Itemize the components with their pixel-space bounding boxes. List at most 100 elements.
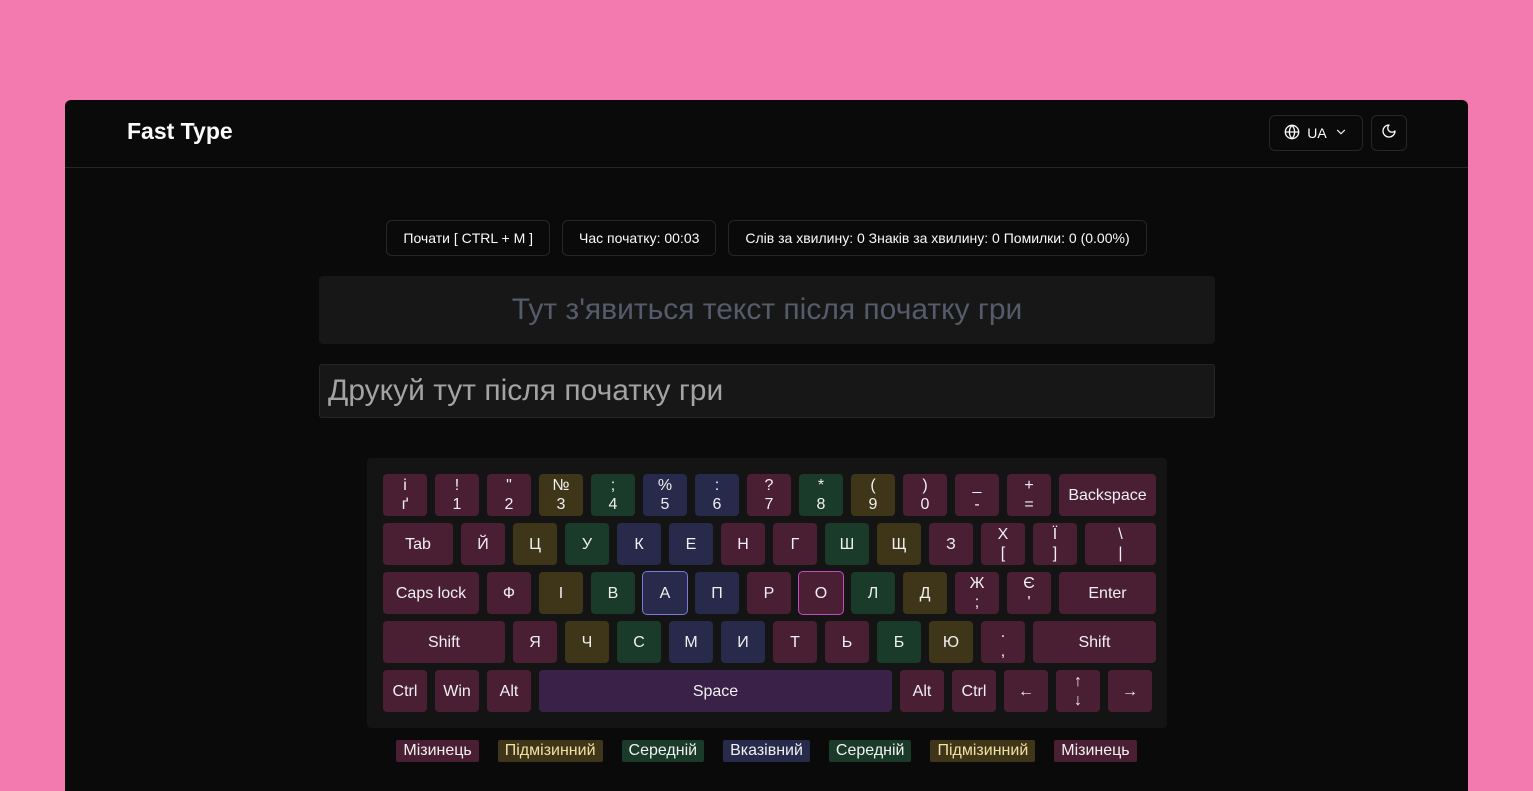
key-label: Т [790,633,800,651]
globe-icon [1284,124,1300,143]
key-dual[interactable]: № 3 [539,474,583,516]
key-dual[interactable]: Х[ [981,523,1025,565]
key-dual[interactable]: + = [1007,474,1051,516]
key-char[interactable]: Ц [513,523,557,565]
key-char[interactable]: Щ [877,523,921,565]
key-label: Г [790,535,800,553]
key-shift-label: ( [870,477,876,494]
legend-chip: Вказівний [723,740,810,762]
key-label: О [814,584,828,602]
key-base-label: ↓ [1074,692,1082,709]
key-dual[interactable]: ., [981,621,1025,663]
key-dual[interactable]: \ | [1085,523,1156,565]
key-base-label: | [1118,545,1123,562]
key-backspace[interactable]: Backspace [1059,474,1156,516]
key-label: Ь [841,633,853,651]
key-dual[interactable]: _ - [955,474,999,516]
key-label: Shift [1078,633,1111,651]
key-char[interactable]: З [929,523,973,565]
key-char[interactable]: Ю [929,621,973,663]
key-char[interactable]: М [669,621,713,663]
key-char[interactable]: Ч [565,621,609,663]
key-char[interactable]: К [617,523,661,565]
key-dual[interactable]: іґ [383,474,427,516]
key-ctrl[interactable]: Ctrl [383,670,427,712]
key-char[interactable]: И [721,621,765,663]
key-label: Caps lock [395,584,467,602]
key-char[interactable]: П [695,572,739,614]
key-dual[interactable]: ? 7 [747,474,791,516]
key-dual[interactable]: ↑ ↓ [1056,670,1100,712]
key-label: А [659,584,671,602]
key-win[interactable]: Win [435,670,479,712]
key-char[interactable]: А [642,571,688,615]
key-char[interactable]: В [591,572,635,614]
key-shift-label: ! [454,477,460,494]
key-base-label: 0 [920,496,930,513]
key-label: Backspace [1068,486,1147,504]
key-shift-label: " [506,477,512,494]
key-dual[interactable]: Ж; [955,572,999,614]
key-dual[interactable]: Ї] [1033,523,1077,565]
key-alt[interactable]: Alt [900,670,944,712]
moon-icon [1381,123,1397,144]
key-base-label: ] [1052,545,1058,562]
theme-toggle-button[interactable] [1371,115,1407,151]
key-char[interactable]: Ф [487,572,531,614]
start-button[interactable]: Почати [ CTRL + M ] [386,220,551,256]
key-char[interactable]: Е [669,523,713,565]
key-char[interactable]: С [617,621,661,663]
key-shift-label: № [552,477,570,494]
key-label: Win [443,682,471,700]
key-char[interactable]: Ь [825,621,869,663]
key-alt[interactable]: Alt [487,670,531,712]
key-dual[interactable]: * 8 [799,474,843,516]
key-dual[interactable]: ! 1 [435,474,479,516]
key-char[interactable]: Р [747,572,791,614]
key-char[interactable]: Д [903,572,947,614]
typing-input[interactable] [319,364,1215,418]
key-char[interactable]: Ш [825,523,869,565]
key-label: ← [1018,682,1034,700]
key-label: М [684,633,698,651]
key-dual[interactable]: ; 4 [591,474,635,516]
key-char[interactable]: Я [513,621,557,663]
key-char[interactable]: ← [1004,670,1048,712]
key-char[interactable]: Й [461,523,505,565]
key-shift-label: Ж [969,575,985,592]
key-dual[interactable]: % 5 [643,474,687,516]
key-dual[interactable]: ) 0 [903,474,947,516]
key-shift[interactable]: Shift [383,621,505,663]
key-char[interactable]: Л [851,572,895,614]
legend-chip: Мізинець [396,740,479,762]
key-char[interactable]: І [539,572,583,614]
key-ctrl[interactable]: Ctrl [952,670,996,712]
timer-display: Час початку: 00:03 [562,220,717,256]
key-dual[interactable]: (9 [851,474,895,516]
key-char[interactable]: Б [877,621,921,663]
key-label: Я [529,633,541,651]
key-char[interactable]: Т [773,621,817,663]
key-dual[interactable]: Є ' [1007,572,1051,614]
key-char[interactable]: У [565,523,609,565]
virtual-keyboard: і ґ! 1 " 2 № 3; 4% 5:6? 7 * 8(9) 0 _ - + = Backspace Tab Й Ц… [367,458,1167,728]
key-shift-label: Є [1023,575,1035,592]
key-space[interactable]: Space [539,670,892,712]
key-shift[interactable]: Shift [1033,621,1156,663]
key-label: Р [763,584,775,602]
key-char[interactable]: О [798,571,844,615]
key-shift-label: Ї [1052,526,1058,543]
key-enter[interactable]: Enter [1059,572,1156,614]
key-base-label: 9 [868,496,878,513]
legend-chip: Середній [621,740,705,762]
key-base-label: 8 [816,496,826,513]
key-tab[interactable]: Tab [383,523,453,565]
key-dual[interactable]: " 2 [487,474,531,516]
key-char[interactable]: Н [721,523,765,565]
key-caps-lock[interactable]: Caps lock [383,572,479,614]
key-char[interactable]: Г [773,523,817,565]
key-dual[interactable]: :6 [695,474,739,516]
key-char[interactable]: → [1108,670,1152,712]
language-selector[interactable]: UA [1269,115,1363,151]
key-base-label: 7 [764,496,774,513]
